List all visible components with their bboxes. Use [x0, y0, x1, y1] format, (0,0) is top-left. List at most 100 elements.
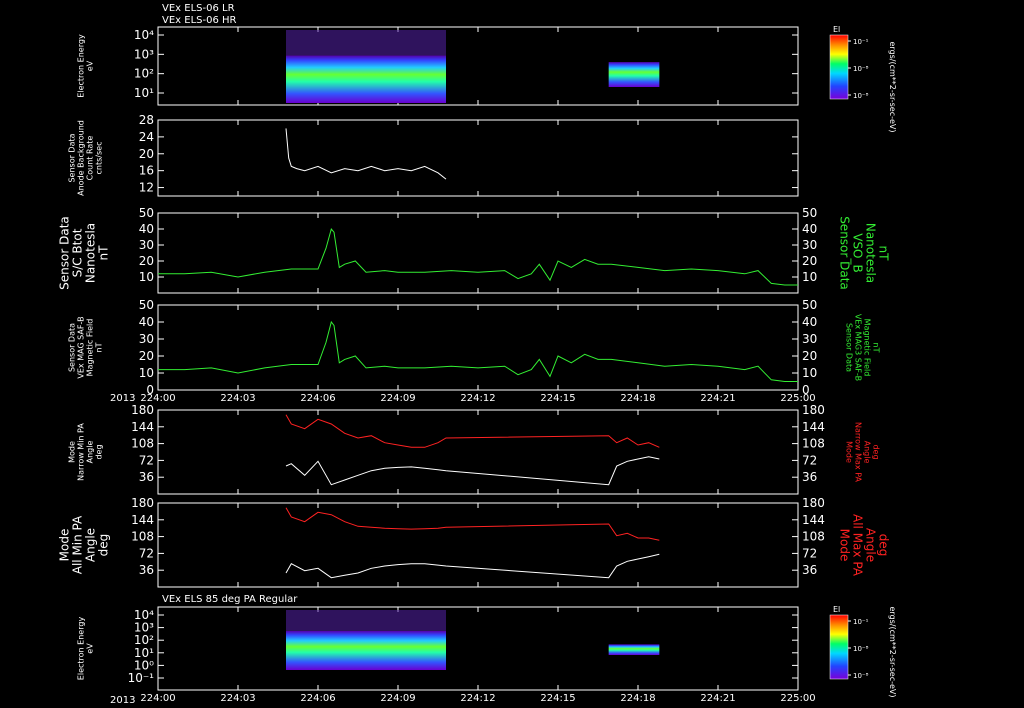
y-axis-label: Mode [58, 529, 72, 562]
y-tick-label: 24 [139, 130, 154, 144]
y-axis-label: nT [97, 245, 111, 261]
y-tick-label-right: 108 [802, 530, 825, 544]
colorbar-unit: ergs/(cm**2-sr-sec-eV) [888, 606, 897, 697]
y-axis-label: Count Rate [86, 136, 95, 181]
x-tick-label: 224:06 [300, 693, 335, 704]
x-tick-label: 224:18 [620, 393, 655, 404]
y-tick-label-right: 72 [802, 546, 817, 560]
y-tick-label: 20 [139, 254, 154, 268]
y-tick-label-right: 180 [802, 403, 825, 417]
colorbar-tick: 10⁻⁸ [853, 92, 869, 100]
y-axis-label-right: nT [877, 246, 891, 262]
y-tick-label-right: 30 [802, 332, 817, 346]
y-tick-label: 144 [131, 513, 154, 527]
y-axis-label: Sensor Data [58, 216, 72, 290]
y-tick-label: 108 [131, 530, 154, 544]
year-label-bottom: 2013 [110, 695, 135, 706]
y-axis-label: Angle [84, 528, 98, 562]
y-axis-label: S/C Btot [71, 228, 85, 277]
panel7-title: VEx ELS 85 deg PA Regular [162, 594, 298, 605]
y-tick-label-right: 50 [802, 298, 817, 312]
y-tick-label-right: 10 [802, 270, 817, 284]
x-tick-label: 224:15 [540, 693, 575, 704]
y-tick-label-right: 108 [802, 437, 825, 451]
y-tick-label: 10⁻¹ [128, 671, 155, 685]
spectrogram-block [286, 631, 446, 670]
colorbar-tick: 10⁻¹ [853, 618, 869, 626]
colorbar-tick: 10⁻⁸ [853, 645, 869, 653]
y-axis-label-right: VEx MAG3 SAF-B [854, 314, 863, 381]
y-axis-label-right: nT [872, 343, 881, 353]
header-line2: VEx ELS-06 HR [162, 15, 237, 26]
y-axis-label: Sensor Data [68, 133, 77, 182]
y-tick-label: 10 [139, 270, 154, 284]
y-axis-label: nT [95, 342, 104, 352]
y-tick-label: 10 [139, 366, 154, 380]
y-tick-label-right: 144 [802, 513, 825, 527]
x-tick-label: 224:09 [380, 393, 415, 404]
y-tick-label: 12 [139, 181, 154, 195]
x-tick-label: 224:12 [460, 393, 495, 404]
y-tick-label: 50 [139, 206, 154, 220]
colorbar-label: El [833, 25, 840, 34]
y-axis-label: cnts/sec [95, 142, 104, 175]
y-axis-label-right: Mode [838, 529, 852, 562]
y-tick-label: 72 [139, 546, 154, 560]
y-axis-label-right: Angle [864, 528, 878, 562]
y-tick-label: 144 [131, 420, 154, 434]
y-tick-label-right: 10 [802, 366, 817, 380]
spectrogram-block [608, 62, 660, 87]
y-tick-label-right: 36 [802, 563, 817, 577]
y-axis-label-right: Sensor Data [845, 323, 854, 372]
spectrogram-block [608, 644, 660, 655]
y-axis-label: Magnetic Field [86, 319, 95, 377]
y-axis-label-right: VSO_B [851, 233, 865, 273]
y-tick-label: 10⁴ [134, 28, 154, 42]
y-tick-label: 10² [134, 67, 154, 81]
y-axis-label: Anode Background [77, 120, 86, 196]
y-axis-label-right: All Max PA [851, 514, 865, 577]
y-tick-label-right: 20 [802, 254, 817, 268]
spectrogram-block [286, 55, 446, 103]
y-axis-label: Electron Energy [77, 34, 86, 98]
y-tick-label: 72 [139, 453, 154, 467]
y-tick-label: 10¹ [134, 86, 154, 100]
x-tick-label: 224:03 [220, 693, 255, 704]
y-tick-label-right: 180 [802, 496, 825, 510]
x-tick-label: 224:21 [700, 693, 735, 704]
y-axis-label: deg [95, 444, 104, 459]
spectrogram-sparse [286, 610, 446, 631]
colorbar-tick: 10⁻¹ [853, 38, 869, 46]
colorbar [829, 34, 849, 100]
x-tick-label: 224:21 [700, 393, 735, 404]
colorbar-tick: 10⁻⁸ [853, 672, 869, 680]
y-tick-label: 16 [139, 164, 154, 178]
y-axis-label: All Min PA [71, 515, 85, 574]
y-axis-label: Electron Energy [77, 617, 86, 681]
y-axis-label: Nanotesla [84, 223, 98, 283]
x-tick-label: 224:18 [620, 693, 655, 704]
y-tick-label-right: 20 [802, 349, 817, 363]
y-tick-label: 50 [139, 298, 154, 312]
multi-panel-plot: VEx ELS-06 LR VEx ELS-06 HR VEx ELS 85 d… [0, 0, 1024, 708]
y-tick-label: 40 [139, 222, 154, 236]
y-tick-label-right: 30 [802, 238, 817, 252]
x-tick-label: 224:15 [540, 393, 575, 404]
y-axis-label: eV [86, 643, 95, 654]
x-tick-label: 225:00 [780, 693, 815, 704]
y-tick-label: 180 [131, 403, 154, 417]
x-tick-label: 224:06 [300, 393, 335, 404]
colorbar-tick: 10⁻⁸ [853, 65, 869, 73]
y-axis-label-right: Sensor Data [838, 216, 852, 290]
y-axis-label-right: Mode [845, 441, 854, 463]
x-tick-label: 224:00 [140, 393, 175, 404]
y-tick-label-right: 144 [802, 420, 825, 434]
y-axis-label: eV [86, 60, 95, 71]
y-tick-label: 20 [139, 147, 154, 161]
y-axis-label: Angle [86, 441, 95, 464]
y-axis-label-right: Angle [863, 441, 872, 464]
y-axis-label: Sensor Data [68, 323, 77, 372]
y-axis-label-right: Nanotesla [864, 223, 878, 283]
y-tick-label: 180 [131, 496, 154, 510]
y-axis-label: VEx MAG SAF-B [77, 316, 86, 378]
